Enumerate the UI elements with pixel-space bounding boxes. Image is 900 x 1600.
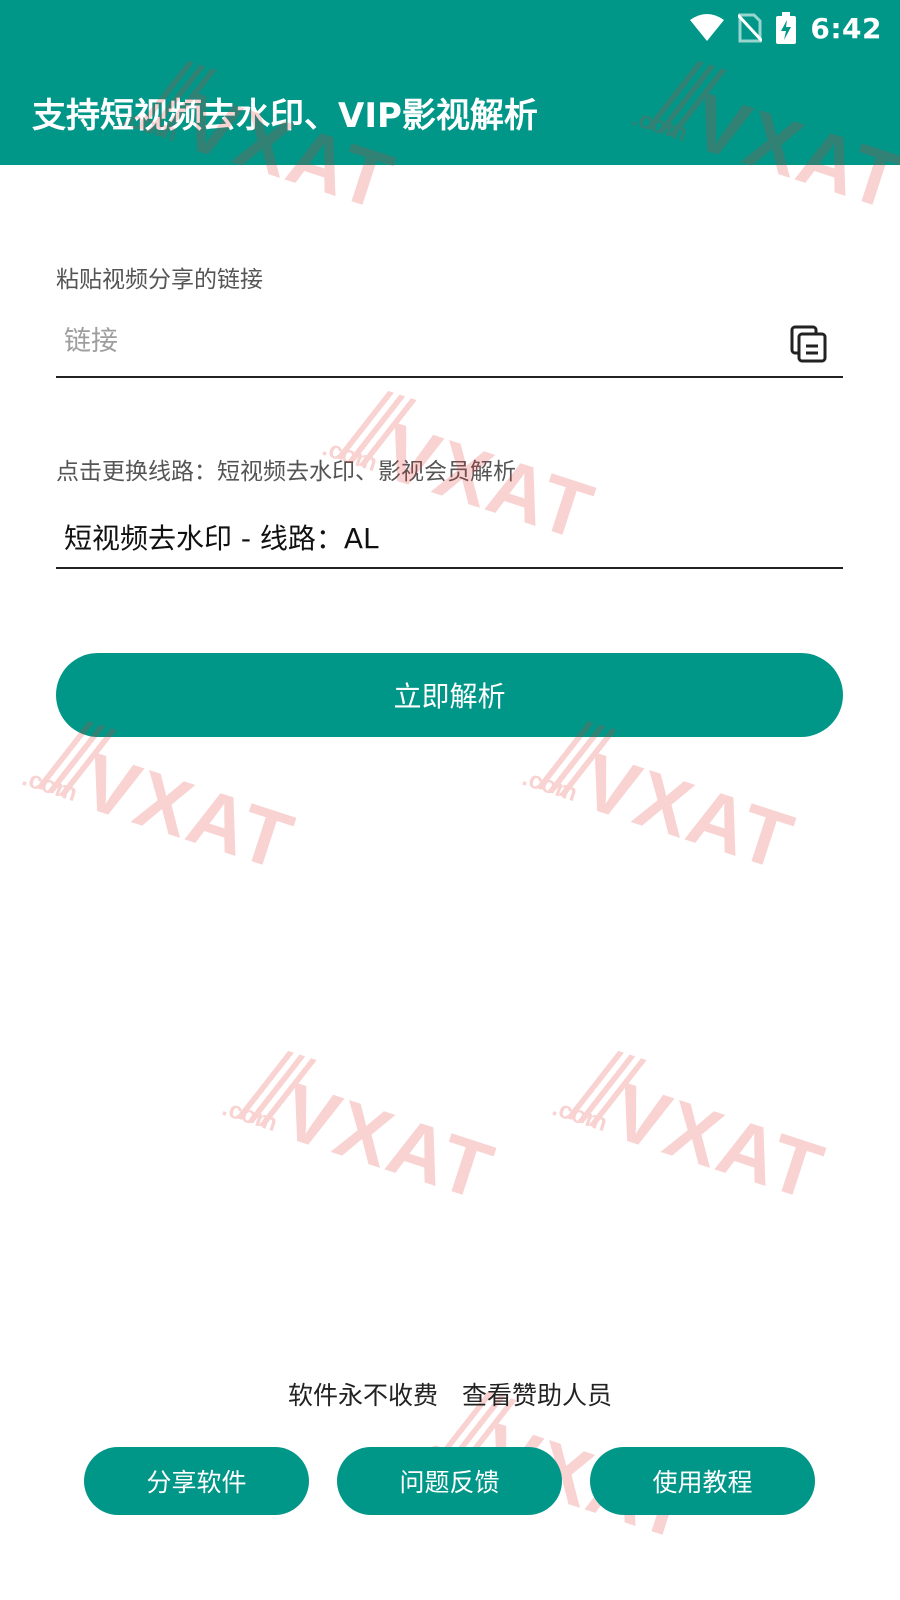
- status-bar: 6:42: [690, 8, 882, 48]
- tutorial-button[interactable]: 使用教程: [590, 1447, 815, 1515]
- watermark-brand: VXAT: [601, 1066, 835, 1218]
- watermark-suffix: .com: [548, 1094, 611, 1138]
- free-notice: 软件永不收费: [287, 1381, 438, 1410]
- battery-charging-icon: [776, 12, 797, 44]
- no-sim-icon: [738, 13, 763, 43]
- wifi-icon: [690, 14, 725, 41]
- view-sponsors-link[interactable]: 查看赞助人员: [462, 1376, 612, 1412]
- watermark-suffix: .com: [18, 764, 81, 808]
- app-bar: 6:42 支持短视频去水印、VIP影视解析: [0, 0, 900, 165]
- link-label: 粘贴视频分享的链接: [56, 267, 263, 293]
- watermark-logo: .com VXAT: [519, 707, 862, 923]
- watermark-brand: VXAT: [71, 736, 305, 888]
- share-app-button[interactable]: 分享软件: [84, 1447, 309, 1515]
- watermark-suffix: .com: [218, 1094, 281, 1138]
- status-time: 6:42: [810, 11, 882, 45]
- watermark-brand: VXAT: [571, 736, 805, 888]
- watermark-logo: .com VXAT: [219, 1037, 562, 1253]
- page-title: 支持短视频去水印、VIP影视解析: [32, 96, 538, 136]
- watermark-stripes: [235, 1050, 321, 1129]
- parse-button[interactable]: 立即解析: [56, 653, 843, 737]
- clipboard-paste-icon[interactable]: [789, 324, 829, 364]
- watermark-logo: .com VXAT: [19, 707, 362, 923]
- route-select[interactable]: 短视频去水印 - 线路：AL: [56, 503, 843, 569]
- feedback-button[interactable]: 问题反馈: [337, 1447, 562, 1515]
- watermark-brand: VXAT: [271, 1066, 505, 1218]
- link-input[interactable]: [56, 312, 766, 370]
- footer-links: 软件永不收费 查看赞助人员: [0, 1376, 900, 1412]
- route-selected-value: 短视频去水印 - 线路：AL: [64, 522, 379, 555]
- watermark-logo: .com VXAT: [549, 1037, 892, 1253]
- watermark-suffix: .com: [518, 764, 581, 808]
- route-label: 点击更换线路：短视频去水印、影视会员解析: [56, 459, 516, 485]
- watermark-stripes: [565, 1050, 651, 1129]
- link-field: [56, 312, 843, 378]
